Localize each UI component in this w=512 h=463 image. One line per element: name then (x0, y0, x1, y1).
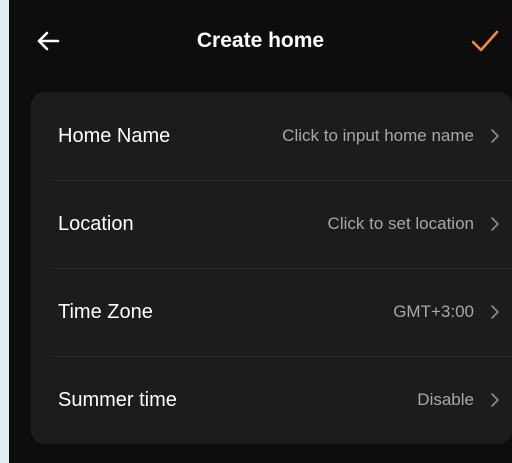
home-name-value: Click to input home name (282, 126, 474, 145)
confirm-button[interactable] (468, 25, 502, 57)
chevron-right-icon (489, 392, 501, 408)
summer-time-value: Disable (417, 390, 474, 409)
create-home-screen: Create home Home Name Click to input hom… (9, 0, 512, 463)
home-settings-card: Home Name Click to input home name Locat… (31, 92, 512, 444)
location-value: Click to set location (327, 214, 474, 233)
page-title: Create home (196, 29, 325, 52)
location-row[interactable]: Location Click to set location (31, 180, 512, 268)
checkmark-icon (471, 30, 499, 52)
time-zone-value: GMT+3:00 (393, 302, 474, 321)
home-name-row[interactable]: Home Name Click to input home name (31, 92, 512, 180)
summer-time-row[interactable]: Summer time Disable (31, 356, 512, 444)
time-zone-row[interactable]: Time Zone GMT+3:00 (31, 268, 512, 356)
header-bar: Create home (9, 0, 512, 82)
row-label: Time Zone (58, 301, 153, 323)
chevron-right-icon (489, 216, 501, 232)
row-label: Summer time (58, 389, 177, 411)
chevron-right-icon (489, 304, 501, 320)
row-label: Location (58, 213, 134, 235)
row-label: Home Name (58, 125, 171, 147)
chevron-right-icon (489, 128, 501, 144)
